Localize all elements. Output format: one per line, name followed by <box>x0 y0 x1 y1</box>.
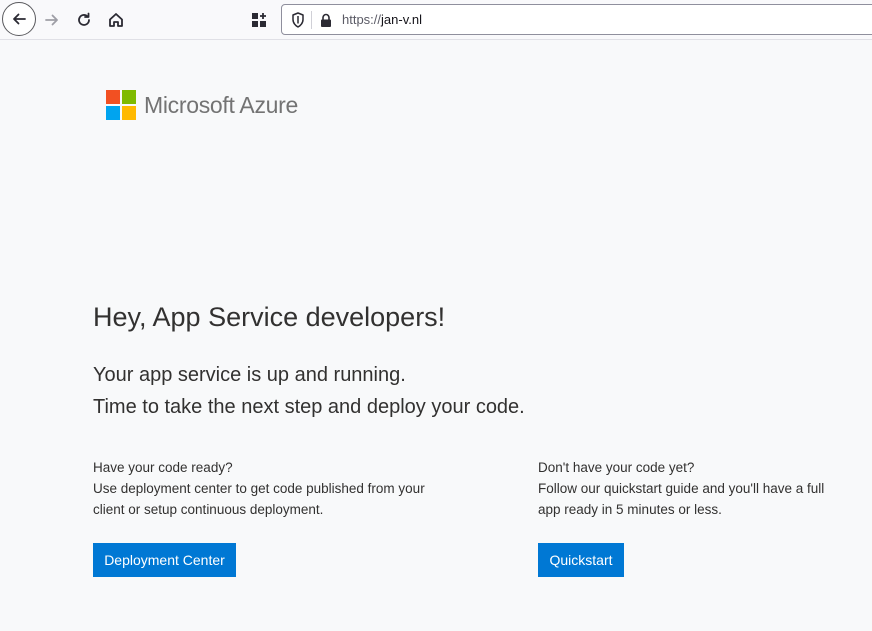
extensions-button[interactable] <box>243 4 275 36</box>
home-icon <box>109 13 123 27</box>
forward-icon <box>45 14 58 26</box>
no-code-desc-2: app ready in 5 minutes or less. <box>538 502 722 517</box>
no-code-section: Don't have your code yet? Follow our qui… <box>538 457 858 520</box>
status-line: Your app service is up and running. <box>93 364 406 386</box>
next-step-line: Time to take the next step and deploy yo… <box>93 396 525 418</box>
no-code-desc-1: Follow our quickstart guide and you'll h… <box>538 481 825 496</box>
url-bar[interactable]: https://jan-v.nl <box>281 4 872 35</box>
microsoft-logo-icon <box>106 90 136 120</box>
home-button[interactable] <box>100 4 132 36</box>
deployment-center-button[interactable]: Deployment Center <box>93 543 236 577</box>
code-ready-title: Have your code ready? <box>93 460 233 475</box>
url-scheme: https:// <box>342 12 382 27</box>
lock-icon[interactable] <box>316 10 336 30</box>
code-ready-section: Have your code ready? Use deployment cen… <box>93 457 463 520</box>
logo-text: Microsoft Azure <box>144 91 298 118</box>
forward-button[interactable] <box>36 4 68 36</box>
back-icon <box>13 13 26 25</box>
url-host: jan-v.nl <box>381 12 422 27</box>
code-ready-desc-1: Use deployment center to get code publis… <box>93 481 425 496</box>
url-text[interactable]: https://jan-v.nl <box>342 12 422 27</box>
extensions-icon <box>252 13 266 27</box>
code-ready-desc-2: client or setup continuous deployment. <box>93 502 324 517</box>
no-code-title: Don't have your code yet? <box>538 460 695 475</box>
azure-logo: Microsoft Azure <box>106 90 298 120</box>
back-button[interactable] <box>2 2 36 36</box>
reload-icon <box>78 12 90 26</box>
url-separator <box>311 11 312 29</box>
reload-button[interactable] <box>68 4 100 36</box>
shield-icon[interactable] <box>288 10 308 30</box>
browser-toolbar: https://jan-v.nl <box>0 0 872 40</box>
quickstart-button[interactable]: Quickstart <box>538 543 624 577</box>
page-heading: Hey, App Service developers! <box>93 302 446 332</box>
